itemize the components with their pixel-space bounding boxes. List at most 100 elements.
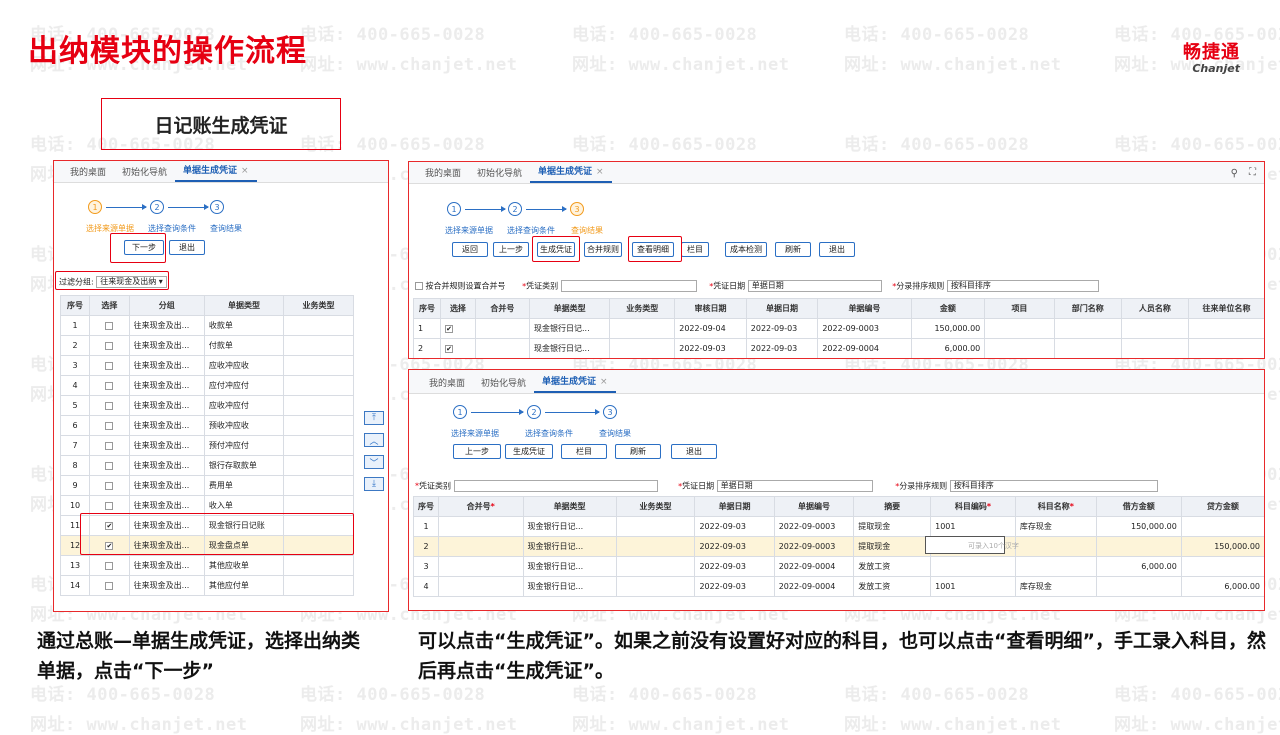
column-header[interactable]: 科目名称*	[1014, 496, 1097, 517]
column-header[interactable]: 序号	[59, 295, 91, 316]
exit-button[interactable]: 退出	[671, 444, 717, 459]
sort-select[interactable]: 按科目排序	[946, 280, 1099, 292]
table-row[interactable]: 1 ✔ 现金银行日记... 2022-09-04 2022-09-03 2022-09-0…	[412, 318, 1264, 339]
column-header[interactable]: 单据编号	[773, 496, 855, 517]
table-row[interactable]: 4 往来现金及出... 应付冲应付	[59, 375, 354, 396]
table-row[interactable]: 2 ✔ 现金银行日记... 2022-09-03 2022-09-03 2022-09-0…	[412, 338, 1264, 358]
generate-voucher-button[interactable]: 生成凭证	[505, 444, 553, 459]
prev-step-button[interactable]: 上一步	[453, 444, 501, 459]
column-header[interactable]: 单据编号	[817, 298, 912, 319]
column-header[interactable]: 往来单位名称	[1188, 298, 1264, 319]
tab-my-desk[interactable]: 我的桌面	[421, 376, 473, 393]
column-header[interactable]: 审核日期	[674, 298, 747, 319]
close-icon[interactable]: ×	[596, 167, 604, 177]
table-row[interactable]: 1 往来现金及出... 收款单	[59, 315, 354, 336]
column-header[interactable]: 单据类型	[522, 496, 617, 517]
table-row[interactable]: 4 现金银行日记... 2022-09-03 2022-09-0004 发放工资 1001…	[413, 576, 1264, 597]
exit-button[interactable]: 退出	[169, 240, 205, 255]
column-header[interactable]: 序号	[412, 298, 442, 319]
close-icon[interactable]: ×	[241, 166, 249, 176]
row-checkbox[interactable]	[89, 355, 130, 376]
row-checkbox[interactable]	[89, 475, 130, 496]
table-cell[interactable]: 库存现金	[1014, 516, 1097, 537]
row-checkbox[interactable]	[89, 455, 130, 476]
row-checkbox[interactable]	[89, 395, 130, 416]
up-icon[interactable]: ︿	[364, 433, 384, 447]
table-row[interactable]: 1 现金银行日记... 2022-09-03 2022-09-0003 提取现金 1001…	[413, 516, 1264, 537]
column-header[interactable]: 金额	[910, 298, 986, 319]
close-icon[interactable]: ×	[600, 377, 608, 387]
row-checkbox[interactable]	[89, 435, 130, 456]
checkbox-icon[interactable]	[105, 421, 114, 430]
row-checkbox[interactable]	[89, 415, 130, 436]
checkbox-icon[interactable]	[105, 481, 114, 490]
refresh-button[interactable]: 刷新	[775, 242, 811, 257]
account-code-input[interactable]: 可录入10个汉字	[925, 536, 1019, 554]
column-header[interactable]: 单据类型	[203, 295, 285, 316]
checkbox-icon[interactable]	[105, 581, 114, 590]
checkbox-icon[interactable]: ✔	[445, 324, 454, 333]
column-header[interactable]: 分组	[128, 295, 205, 316]
column-header[interactable]: 合并号*	[438, 496, 524, 517]
table-row[interactable]: 14 往来现金及出... 其他应付单	[59, 575, 354, 596]
column-header[interactable]: 业务类型	[283, 295, 354, 316]
row-checkbox[interactable]	[89, 315, 130, 336]
merge-rule-button[interactable]: 合并规则	[584, 242, 622, 257]
row-checkbox[interactable]: ✔	[440, 318, 476, 339]
tab-init-nav[interactable]: 初始化导航	[469, 166, 530, 183]
table-cell[interactable]: 1001	[930, 516, 1016, 537]
table-row[interactable]: 2 现金银行日记... 2022-09-03 2022-09-0003 提取现金 150,…	[413, 536, 1264, 557]
tab-voucher-gen[interactable]: 单据生成凭证 ×	[530, 164, 612, 183]
vtype-select[interactable]	[453, 480, 658, 492]
columns-button[interactable]: 栏目	[561, 444, 607, 459]
tab-my-desk[interactable]: 我的桌面	[62, 165, 114, 182]
checkbox-icon[interactable]	[105, 501, 114, 510]
table-cell[interactable]	[930, 556, 1016, 577]
table-row[interactable]: 2 往来现金及出... 付款单	[59, 335, 354, 356]
column-header[interactable]: 项目	[984, 298, 1055, 319]
checkbox-icon[interactable]	[105, 381, 114, 390]
table-row[interactable]: 13 往来现金及出... 其他应收单	[59, 555, 354, 576]
checkbox-icon[interactable]: ✔	[445, 344, 454, 353]
checkbox-icon[interactable]	[105, 341, 114, 350]
refresh-button[interactable]: 刷新	[615, 444, 661, 459]
checkbox-icon[interactable]	[105, 361, 114, 370]
table-cell[interactable]	[1014, 536, 1097, 557]
table-row[interactable]: 3 往来现金及出... 应收冲应收	[59, 355, 354, 376]
table-cell[interactable]: 1001	[930, 576, 1016, 597]
search-icon[interactable]: ⚲	[1231, 168, 1238, 179]
tab-init-nav[interactable]: 初始化导航	[114, 165, 175, 182]
column-header[interactable]: 摘要	[853, 496, 932, 517]
column-header[interactable]: 合并号	[474, 298, 530, 319]
row-checkbox[interactable]	[89, 335, 130, 356]
checkbox-icon[interactable]	[105, 441, 114, 450]
table-row[interactable]: 8 往来现金及出... 银行存取款单	[59, 455, 354, 476]
tab-voucher-gen[interactable]: 单据生成凭证 ×	[175, 163, 257, 182]
cost-check-button[interactable]: 成本检测	[725, 242, 767, 257]
column-header[interactable]: 业务类型	[615, 496, 696, 517]
table-row[interactable]: 7 往来现金及出... 预付冲应付	[59, 435, 354, 456]
column-header[interactable]: 单据日期	[745, 298, 819, 319]
down-icon[interactable]: ﹀	[364, 455, 384, 469]
prev-step-button[interactable]: 上一步	[493, 242, 529, 257]
column-header[interactable]: 单据日期	[694, 496, 775, 517]
row-checkbox[interactable]	[89, 575, 130, 596]
column-header[interactable]: 业务类型	[609, 298, 676, 319]
column-header[interactable]: 单据类型	[528, 298, 611, 319]
row-checkbox[interactable]	[89, 555, 130, 576]
back-button[interactable]: 返回	[452, 242, 488, 257]
columns-button[interactable]: 栏目	[681, 242, 709, 257]
table-cell[interactable]: 库存现金	[1014, 576, 1097, 597]
table-cell[interactable]	[1014, 556, 1097, 577]
sort-select[interactable]: 按科目排序	[949, 480, 1158, 492]
tab-init-nav[interactable]: 初始化导航	[473, 376, 534, 393]
vdate-select[interactable]: 单据日期	[716, 480, 873, 492]
table-row[interactable]: 9 往来现金及出... 费用单	[59, 475, 354, 496]
row-checkbox[interactable]: ✔	[440, 338, 476, 358]
column-header[interactable]: 科目编码*	[930, 496, 1016, 517]
checkbox-icon[interactable]	[105, 321, 114, 330]
double-up-icon[interactable]: ⤒	[364, 411, 384, 425]
checkbox-icon[interactable]	[105, 561, 114, 570]
vtype-select[interactable]	[560, 280, 697, 292]
vdate-select[interactable]: 单据日期	[747, 280, 882, 292]
